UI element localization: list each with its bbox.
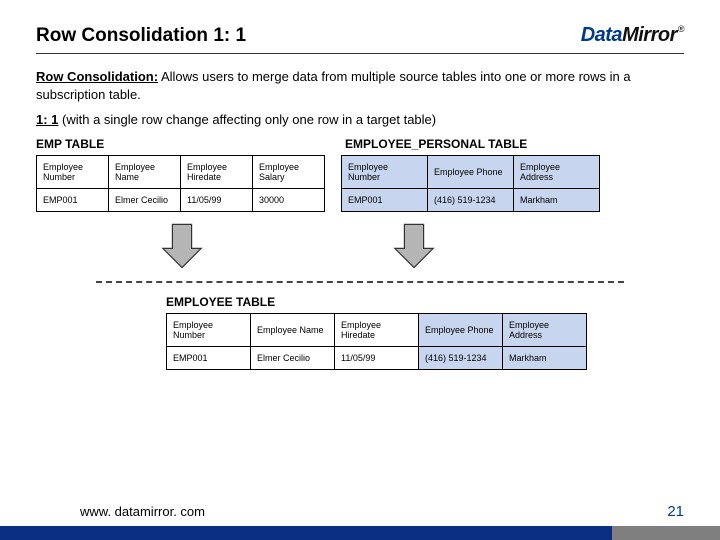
intro-label: Row Consolidation: — [36, 69, 158, 84]
col-header: Employee Hiredate — [335, 313, 419, 346]
table-row: EMP001 (416) 519-1234 Markham — [342, 188, 600, 211]
emp-table-wrap: EMP TABLE Employee Number Employee Name … — [36, 137, 325, 212]
registered-icon: ® — [678, 24, 684, 34]
cell: 30000 — [253, 188, 325, 211]
cell: Elmer Cecilio — [109, 188, 181, 211]
intro-paragraph: Row Consolidation: Allows users to merge… — [36, 68, 684, 103]
footer: www. datamirror. com 21 — [0, 503, 720, 520]
one-one-label: 1: 1 — [36, 112, 58, 127]
table-row: Employee Number Employee Name Employee H… — [37, 155, 325, 188]
footer-url: www. datamirror. com — [80, 504, 205, 519]
col-header: Employee Address — [514, 155, 600, 188]
arrow-down-icon — [156, 222, 208, 275]
table-row: EMP001 Elmer Cecilio 11/05/99 30000 — [37, 188, 325, 211]
col-header: Employee Phone — [419, 313, 503, 346]
col-header: Employee Number — [37, 155, 109, 188]
logo-word-mirror: Mirror — [622, 24, 677, 47]
col-header: Employee Name — [251, 313, 335, 346]
cell: Markham — [503, 346, 587, 369]
col-header: Employee Hiredate — [181, 155, 253, 188]
page-number: 21 — [667, 503, 684, 520]
cell: EMP001 — [167, 346, 251, 369]
target-table-wrap: EMPLOYEE TABLE Employee Number Employee … — [166, 295, 684, 370]
emp-table-title: EMP TABLE — [36, 137, 325, 151]
footer-strip — [0, 526, 720, 540]
cell: 11/05/99 — [181, 188, 253, 211]
arrow-row — [156, 222, 684, 275]
col-header: Employee Phone — [428, 155, 514, 188]
pers-table: Employee Number Employee Phone Employee … — [341, 155, 600, 212]
cell: 11/05/99 — [335, 346, 419, 369]
col-header: Employee Number — [342, 155, 428, 188]
cell: Elmer Cecilio — [251, 346, 335, 369]
brand-logo: DataMirror® — [581, 24, 684, 47]
divider-dashed — [96, 281, 624, 283]
pers-table-title: EMPLOYEE_PERSONAL TABLE — [345, 137, 600, 151]
cell: EMP001 — [37, 188, 109, 211]
target-table: Employee Number Employee Name Employee H… — [166, 313, 587, 370]
one-one-paragraph: 1: 1 (with a single row change affecting… — [36, 111, 684, 129]
cell: (416) 519-1234 — [428, 188, 514, 211]
cell: (416) 519-1234 — [419, 346, 503, 369]
table-row: EMP001 Elmer Cecilio 11/05/99 (416) 519-… — [167, 346, 587, 369]
pers-table-wrap: EMPLOYEE_PERSONAL TABLE Employee Number … — [341, 137, 600, 212]
col-header: Employee Address — [503, 313, 587, 346]
table-row: Employee Number Employee Name Employee H… — [167, 313, 587, 346]
cell: EMP001 — [342, 188, 428, 211]
cell: Markham — [514, 188, 600, 211]
col-header: Employee Name — [109, 155, 181, 188]
col-header: Employee Salary — [253, 155, 325, 188]
target-table-title: EMPLOYEE TABLE — [166, 295, 684, 309]
one-one-text: (with a single row change affecting only… — [58, 112, 436, 127]
table-row: Employee Number Employee Phone Employee … — [342, 155, 600, 188]
emp-table: Employee Number Employee Name Employee H… — [36, 155, 325, 212]
col-header: Employee Number — [167, 313, 251, 346]
header-bar: Row Consolidation 1: 1 DataMirror® — [36, 24, 684, 54]
page-title: Row Consolidation 1: 1 — [36, 25, 246, 47]
logo-word-data: Data — [581, 24, 622, 47]
arrow-down-icon — [388, 222, 440, 275]
